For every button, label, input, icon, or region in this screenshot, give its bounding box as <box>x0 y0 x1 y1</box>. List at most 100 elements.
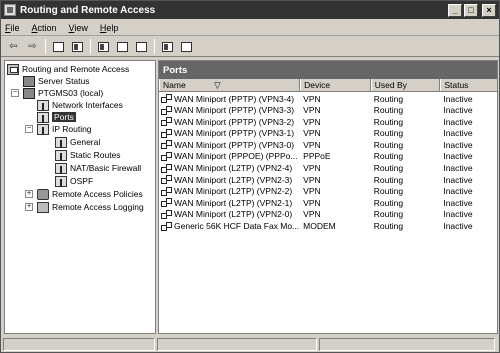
table-row[interactable]: WAN Miniport (L2TP) (VPN2-0) VPN Routing In… <box>159 209 497 220</box>
device-cell: VPN <box>303 139 321 150</box>
menu-file[interactable]: File <box>5 23 20 33</box>
device-cell: VPN <box>303 197 321 208</box>
export-list-icon[interactable] <box>114 39 131 55</box>
menu-view[interactable]: View <box>69 23 88 33</box>
port-name-cell: WAN Miniport (L2TP) (VPN2-1) <box>159 198 300 208</box>
menu-bar: File Action View Help <box>1 20 499 36</box>
port-name-cell: WAN Miniport (PPTP) (VPN3-4) <box>159 94 300 104</box>
ip-routing-icon <box>37 123 49 135</box>
port-name-cell: WAN Miniport (PPTP) (VPN3-0) <box>159 140 300 150</box>
table-row[interactable]: Generic 56K HCF Data Fax Mo... MODEM Routi… <box>159 221 497 232</box>
tree-item-server-status[interactable]: Server Status <box>23 75 90 87</box>
minimize-button[interactable]: _ <box>448 3 462 17</box>
column-header-device[interactable]: Device <box>300 79 371 91</box>
table-row[interactable]: WAN Miniport (L2TP) (VPN2-4) VPN Routing In… <box>159 163 497 174</box>
port-name-cell: WAN Miniport (L2TP) (VPN2-0) <box>159 209 300 219</box>
port-name-cell: WAN Miniport (PPTP) (VPN3-1) <box>159 128 300 138</box>
expand-toggle[interactable]: + <box>25 190 33 198</box>
tree-item-ip-routing[interactable]: IP Routing <box>37 123 92 135</box>
used-by-cell: Routing <box>373 174 404 185</box>
help-icon[interactable] <box>159 39 176 55</box>
title-bar[interactable]: Routing and Remote Access _ □ × <box>1 1 499 19</box>
port-icon <box>161 94 172 103</box>
toolbar-separator <box>45 39 46 54</box>
forward-icon[interactable]: ⇨ <box>24 39 41 55</box>
device-cell: VPN <box>303 174 321 185</box>
table-row[interactable]: WAN Miniport (PPPOE) (PPPo... PPPoE Routin… <box>159 151 497 162</box>
device-cell: VPN <box>303 163 321 174</box>
tree-item-general[interactable]: General <box>55 136 100 148</box>
column-header-name[interactable]: Name ▽ <box>159 79 301 91</box>
folder-icon <box>37 201 49 213</box>
nat-icon <box>55 162 67 174</box>
app-icon[interactable] <box>4 4 16 16</box>
status-cell: Inactive <box>443 139 473 150</box>
port-icon <box>161 186 172 196</box>
port-icon <box>161 151 172 161</box>
table-row[interactable]: WAN Miniport (L2TP) (VPN2-2) VPN Routing In… <box>159 186 497 197</box>
close-button[interactable]: × <box>482 3 496 17</box>
table-row[interactable]: WAN Miniport (PPTP) (VPN3-2) VPN Routing In… <box>159 116 497 127</box>
tree-item-nat-basic-firewall[interactable]: NAT/Basic Firewall <box>55 162 141 174</box>
table-row[interactable]: WAN Miniport (L2TP) (VPN2-1) VPN Routing In… <box>159 197 497 208</box>
table-row[interactable]: WAN Miniport (PPTP) (VPN3-4) VPN Routing In… <box>159 93 497 104</box>
tree-item-server[interactable]: PTGMS03 (local) <box>23 87 103 99</box>
status-cell: Inactive <box>443 186 473 197</box>
status-cell: Inactive <box>443 93 473 104</box>
table-row[interactable]: WAN Miniport (PPTP) (VPN3-3) VPN Routing In… <box>159 105 497 116</box>
refresh-icon[interactable] <box>133 39 150 55</box>
collapse-toggle[interactable]: − <box>25 125 33 133</box>
show-hide-action-pane-icon[interactable] <box>178 39 195 55</box>
tree-item-remote-access-logging[interactable]: Remote Access Logging <box>37 201 144 213</box>
status-panel <box>3 337 155 351</box>
port-icon <box>161 198 172 208</box>
status-cell: Inactive <box>443 151 473 162</box>
port-icon <box>161 128 172 138</box>
status-cell: Inactive <box>443 128 473 139</box>
console-tree: Routing and Remote Access Server Status … <box>4 60 156 334</box>
tree-item-ports[interactable]: Ports <box>37 111 76 123</box>
ports-icon <box>37 111 49 123</box>
port-name-cell: WAN Miniport (PPTP) (VPN3-2) <box>159 117 300 127</box>
table-row[interactable]: WAN Miniport (PPTP) (VPN3-0) VPN Routing In… <box>159 139 497 150</box>
device-cell: VPN <box>303 209 321 220</box>
status-panel <box>319 337 495 351</box>
tree-item-ospf[interactable]: OSPF <box>55 175 93 187</box>
ospf-icon <box>55 175 67 187</box>
port-name-cell: Generic 56K HCF Data Fax Mo... <box>159 221 300 231</box>
table-row[interactable]: WAN Miniport (L2TP) (VPN2-3) VPN Routing In… <box>159 174 497 185</box>
maximize-button[interactable]: □ <box>464 3 478 17</box>
static-routes-icon <box>55 149 67 161</box>
tree-item-static-routes[interactable]: Static Routes <box>55 149 121 161</box>
up-level-icon[interactable] <box>50 39 67 55</box>
table-row[interactable]: WAN Miniport (PPTP) (VPN3-1) VPN Routing In… <box>159 128 497 139</box>
used-by-cell: Routing <box>373 105 404 116</box>
show-hide-tree-icon[interactable] <box>69 39 86 55</box>
column-header-status[interactable]: Status <box>440 79 497 91</box>
status-cell: Inactive <box>443 197 473 208</box>
tree-item-root[interactable]: Routing and Remote Access <box>7 63 129 75</box>
back-icon[interactable]: ⇦ <box>5 39 22 55</box>
ports-list: WAN Miniport (PPTP) (VPN3-4) VPN Routing In… <box>159 92 497 232</box>
tree-item-network-interfaces[interactable]: Network Interfaces <box>37 99 123 111</box>
properties-icon[interactable] <box>95 39 112 55</box>
menu-help[interactable]: Help <box>100 23 119 33</box>
status-cell: Inactive <box>443 209 473 220</box>
status-cell: Inactive <box>443 105 473 116</box>
menu-action[interactable]: Action <box>32 23 57 33</box>
port-icon <box>161 209 172 219</box>
used-by-cell: Routing <box>373 221 404 232</box>
column-header-used-by[interactable]: Used By <box>370 79 441 91</box>
used-by-cell: Routing <box>373 93 404 104</box>
collapse-toggle[interactable]: − <box>11 89 19 97</box>
port-icon <box>161 163 172 173</box>
used-by-cell: Routing <box>373 163 404 174</box>
tree-item-remote-access-policies[interactable]: Remote Access Policies <box>37 188 143 200</box>
device-cell: VPN <box>303 186 321 197</box>
port-name-cell: WAN Miniport (PPPOE) (PPPo... <box>159 151 300 161</box>
expand-toggle[interactable]: + <box>25 203 33 211</box>
used-by-cell: Routing <box>373 139 404 150</box>
used-by-cell: Routing <box>373 197 404 208</box>
device-cell: VPN <box>303 105 321 116</box>
used-by-cell: Routing <box>373 186 404 197</box>
